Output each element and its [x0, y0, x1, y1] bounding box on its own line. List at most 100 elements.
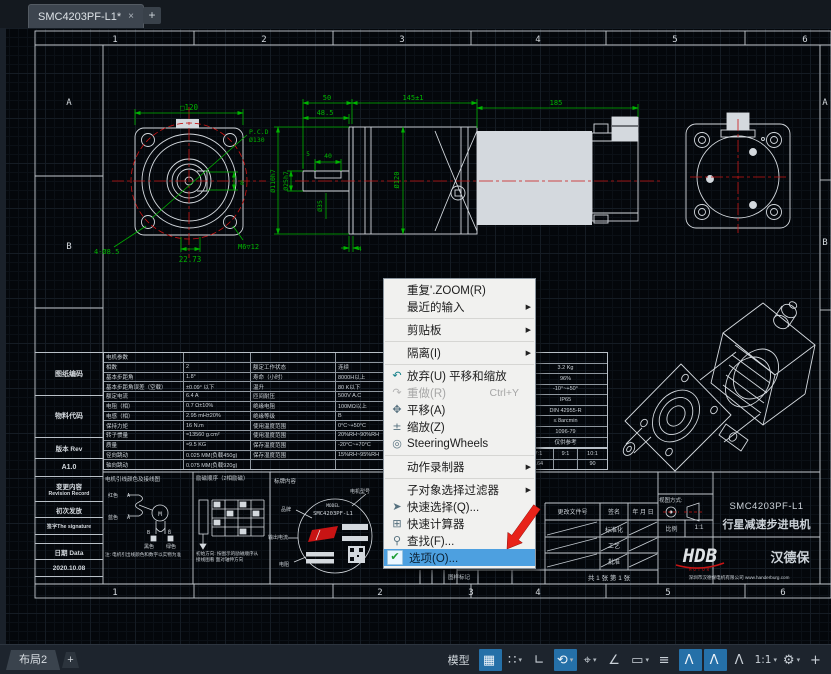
table-cell: DIN 42955-R	[524, 406, 607, 416]
context-menu-item[interactable]: 隔离(I) ▶	[384, 344, 535, 361]
status-toggle-icon[interactable]: ▦	[479, 649, 502, 671]
toggle-glyph-icon: ≡	[659, 653, 670, 668]
table-cell	[336, 353, 389, 362]
change-no-header: 更改文件号	[545, 507, 600, 516]
table-cell	[524, 353, 607, 363]
menu-item-label: 子对象选择过滤器	[407, 482, 519, 498]
menu-item-label: 快速计算器	[407, 516, 519, 532]
table-row: 电机参数	[104, 353, 389, 363]
chevron-down-icon: ▾	[593, 656, 597, 664]
toggle-glyph-icon: ⚙	[783, 653, 795, 668]
toggle-glyph-icon: ∠	[608, 653, 620, 668]
close-icon[interactable]: ×	[128, 11, 134, 22]
table-cell: 绝缘等级	[251, 412, 336, 421]
menu-item-label: 重做(R)	[407, 385, 490, 401]
menu-item-shortcut: Ctrl+Y	[490, 387, 519, 399]
status-toggle-icon[interactable]: ⌖ ▾	[579, 649, 602, 671]
table-row: 轴向跳动0.075 MM(负载920g)	[104, 460, 389, 469]
table-cell	[184, 353, 251, 362]
table-cell: 6.4 A	[184, 392, 251, 401]
drawing-mark-label: 图样标记	[440, 573, 478, 581]
status-toggles: 模型 ▦ ∷ ▾ ∟	[448, 648, 828, 672]
sheet-count: 共 1 张 第 1 张	[560, 572, 658, 582]
status-toggle-icon[interactable]: ∠	[604, 649, 627, 671]
context-menu-item[interactable]: ↷ 重做(R) Ctrl+Y	[384, 384, 535, 401]
status-toggle-icon[interactable]: Λ	[729, 649, 752, 671]
status-toggle-icon[interactable]: +	[805, 649, 828, 671]
standardize-label: 标准化	[600, 525, 628, 534]
context-menu-item[interactable]: 最近的输入 ▶	[384, 298, 535, 315]
menu-item-icon: ±	[387, 420, 407, 433]
status-toggle-icon[interactable]: Λ	[704, 649, 727, 671]
menu-item-icon: ↶	[387, 369, 407, 382]
toggle-glyph-icon: ∷	[508, 653, 516, 668]
document-tab[interactable]: SMC4203PF-L1* ×	[28, 4, 144, 28]
status-toggle-icon[interactable]: ⟲ ▾	[554, 649, 577, 671]
table-row: 电感（相）2.95 mH±20%绝缘等级B	[104, 412, 389, 422]
new-document-tab-button[interactable]: +	[143, 7, 161, 24]
status-toggle-icon[interactable]: ⚙ ▾	[780, 649, 803, 671]
context-menu-item[interactable]: ↶ 放弃(U) 平移和缩放	[384, 367, 535, 384]
table-cell	[554, 460, 578, 470]
menu-item-label: 放弃(U) 平移和缩放	[407, 368, 519, 384]
table-cell: 使用温度范围	[251, 421, 336, 430]
table-cell: 2	[184, 363, 251, 372]
toggle-glyph-icon: ∟	[534, 653, 545, 668]
craft-label: 工艺	[600, 541, 628, 550]
context-menu-item[interactable]: ± 缩放(Z)	[384, 418, 535, 435]
status-toggle-icon[interactable]: ≡	[654, 649, 677, 671]
nameplate-brand-label: 品牌	[281, 506, 291, 513]
status-toggle-icon[interactable]: Λ	[679, 649, 702, 671]
table-cell: 绝缘电阻	[251, 402, 336, 411]
context-menu-item[interactable]: ⚲ 查找(F)...	[384, 532, 535, 549]
layout-tab[interactable]: 布局2	[6, 650, 60, 670]
brand-name: 汉德保	[760, 547, 820, 566]
status-toggle-icon[interactable]: 1:1 ▾	[754, 649, 778, 671]
toggle-glyph-icon: 1:1	[755, 654, 772, 666]
nameplate-model-label: 电机型号	[350, 488, 370, 495]
context-menu-item[interactable]: ➤ 快速选择(Q)...	[384, 498, 535, 515]
table-cell: 0.025 MM(负载450g)	[184, 451, 251, 460]
table-cell: 1096-79	[524, 427, 607, 437]
context-menu-item[interactable]: ✔ 选项(O)...	[384, 549, 535, 566]
table-cell: 20%RH~90%RH	[336, 431, 389, 440]
context-menu-item[interactable]: 动作录制器 ▶	[384, 458, 535, 475]
chevron-down-icon: ▾	[797, 656, 801, 664]
part-name: 行星减速步进电机	[713, 516, 820, 532]
drawing-code-label: 图纸编码	[35, 353, 103, 396]
context-menu-item[interactable]: ◎ SteeringWheels	[384, 435, 535, 452]
scale-label: 比例	[658, 524, 685, 533]
chevron-down-icon: ▾	[570, 656, 574, 664]
nameplate-output-label: 输出电流	[268, 534, 288, 541]
table-cell	[251, 353, 336, 362]
table-cell	[251, 460, 336, 469]
context-menu-item[interactable]: ⊞ 快速计算器	[384, 515, 535, 532]
menu-item-label: 剪贴板	[407, 322, 519, 338]
status-toggle-icon[interactable]: ∟	[529, 649, 552, 671]
table-cell: 1.8°	[184, 373, 251, 382]
table-cell: 匝间耐压	[251, 392, 336, 401]
empty-cell	[35, 535, 103, 544]
chevron-down-icon: ▾	[518, 656, 522, 664]
table-cell: -20°C~+70°C	[336, 441, 389, 450]
status-toggle-icon[interactable]: ▭ ▾	[629, 649, 652, 671]
excitation-note: 初始方向: 按图示的励磁顺序从接线图看 面对轴伸方向	[196, 551, 262, 562]
table-row: 径向跳动0.025 MM(负载450g)保存湿度范围15%RH~95%RH	[104, 451, 389, 461]
model-space-button[interactable]: 模型	[448, 652, 470, 668]
menu-item-label: 重复'.ZOOM(R)	[407, 282, 519, 298]
context-menu-item[interactable]: 剪贴板 ▶	[384, 321, 535, 338]
empty-cell	[35, 577, 103, 584]
submenu-arrow-icon: ▶	[522, 303, 531, 311]
context-menu-item[interactable]: 重复'.ZOOM(R)	[384, 281, 535, 298]
change-label-cn: 变更内容	[56, 481, 82, 491]
sign-header: 签名	[600, 507, 628, 516]
table-cell: 10:1	[578, 449, 607, 459]
motor-spec-table: 电机参数相数2额定工作状态连续基本步距角1.8°寿命（小时）8000H以上基本步…	[103, 352, 390, 470]
table-cell: 100MΩ以上	[336, 402, 389, 411]
status-toggle-icon[interactable]: ∷ ▾	[504, 649, 527, 671]
context-menu-item[interactable]: 子对象选择过滤器 ▶	[384, 481, 535, 498]
table-row: 转子惯量≈13560 g.cm²使用湿度范围20%RH~90%RH	[104, 431, 389, 441]
context-menu-item[interactable]: ✥ 平移(A)	[384, 401, 535, 418]
table-cell	[336, 460, 389, 469]
new-layout-button[interactable]: +	[62, 652, 79, 668]
